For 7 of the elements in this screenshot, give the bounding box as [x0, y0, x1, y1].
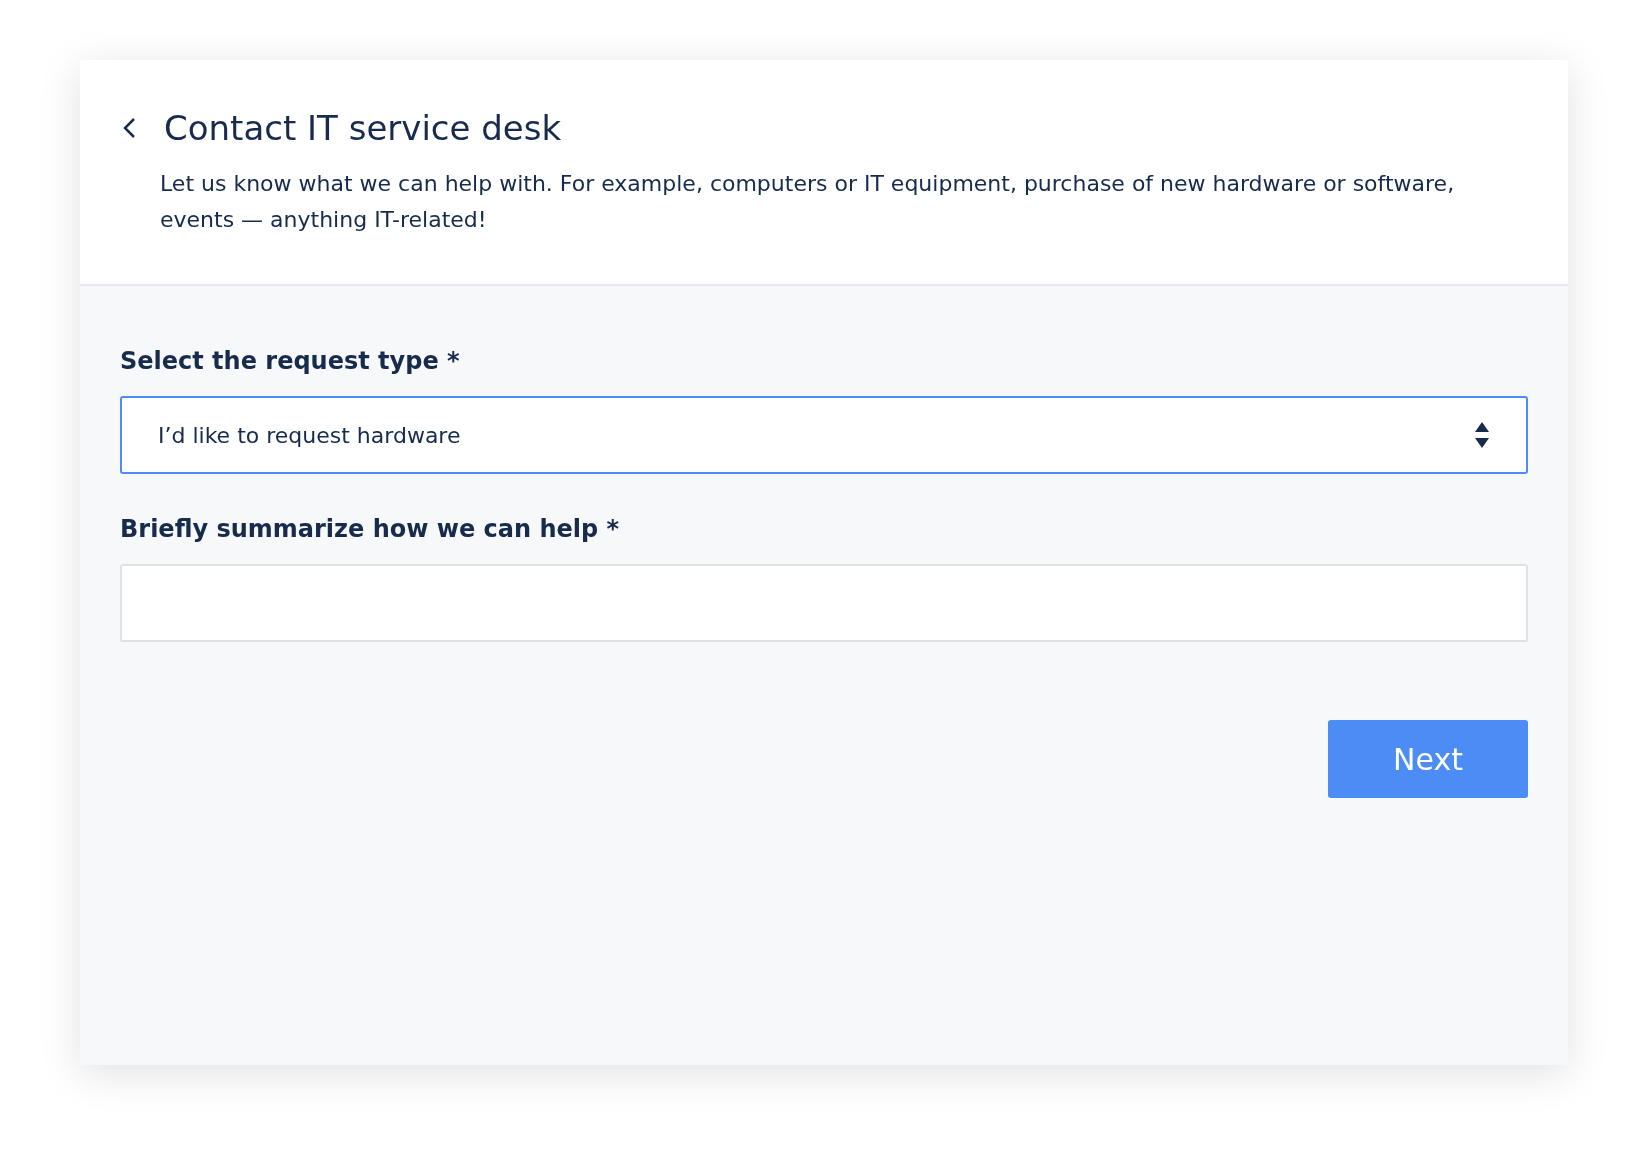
field-label: Briefly summarize how we can help *: [120, 514, 621, 545]
description-text: Let us know what we can help with. For example, computers or IT equipment, purchase of new hardware or software, events — anything IT-related!: [160, 170, 1456, 234]
request-type-select[interactable]: I’d like to request hardware: [120, 396, 1528, 474]
dialog-title: Contact IT service desk: [164, 107, 562, 150]
sort-arrows-icon: [1474, 421, 1490, 449]
field-label: Select the request type *: [120, 346, 461, 377]
summary-input-field[interactable]: [120, 564, 1528, 642]
